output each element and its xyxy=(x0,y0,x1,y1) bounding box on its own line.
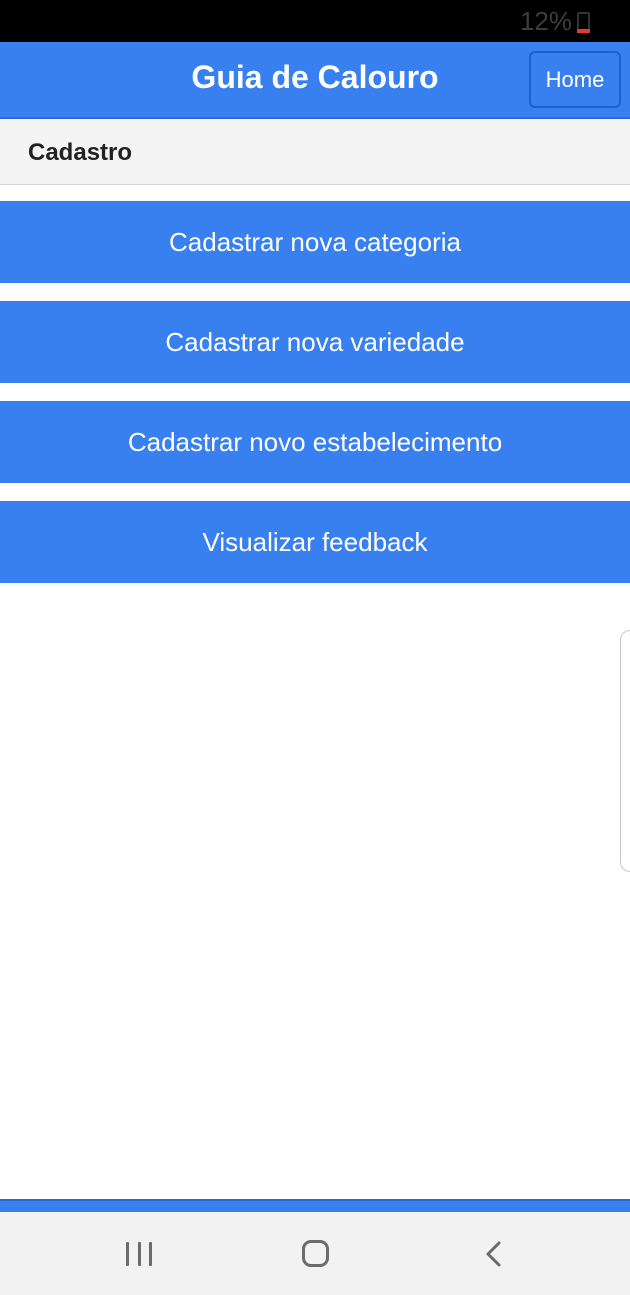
recent-apps-icon[interactable] xyxy=(126,1242,152,1266)
section-header: Cadastro xyxy=(0,119,630,185)
view-feedback-button[interactable]: Visualizar feedback xyxy=(0,501,630,583)
register-category-button[interactable]: Cadastrar nova categoria xyxy=(0,201,630,283)
register-establishment-button[interactable]: Cadastrar novo estabelecimento xyxy=(0,401,630,483)
home-icon[interactable] xyxy=(302,1240,329,1267)
status-bar: 12% xyxy=(0,0,630,42)
footer-strip xyxy=(0,1199,630,1212)
register-variety-button[interactable]: Cadastrar nova variedade xyxy=(0,301,630,383)
battery-percentage: 12% xyxy=(519,6,572,36)
system-navigation-bar xyxy=(0,1212,630,1295)
section-title: Cadastro xyxy=(28,139,133,166)
back-icon[interactable] xyxy=(484,1240,502,1268)
home-button[interactable]: Home xyxy=(529,51,621,108)
battery-low-icon xyxy=(577,12,590,33)
scroll-handle[interactable] xyxy=(620,630,630,872)
app-header: Guia de Calouro Home xyxy=(0,42,630,119)
